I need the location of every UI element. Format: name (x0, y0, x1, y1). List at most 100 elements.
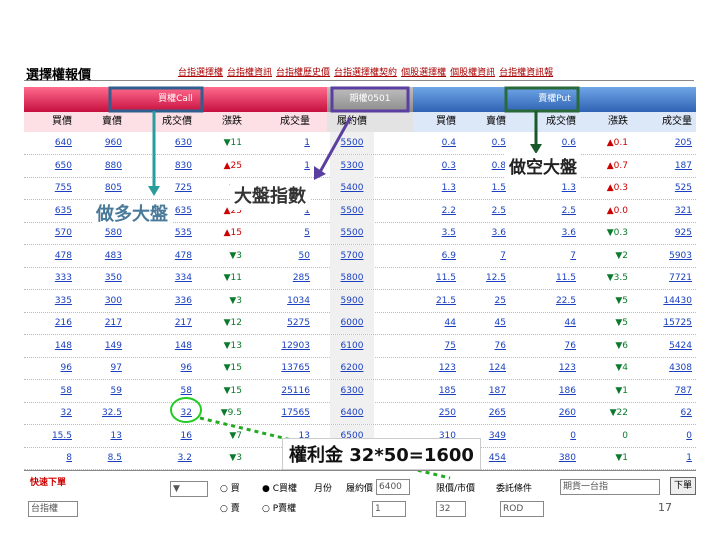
nav-link-1[interactable]: 台指權資訊 (227, 68, 272, 78)
nav-link-4[interactable]: 個股選擇權 (401, 68, 446, 78)
cell-c-vol[interactable]: 17565 (262, 402, 310, 424)
cell-p-vol[interactable]: 14430 (644, 290, 692, 312)
cell-strike[interactable]: 5700 (330, 244, 374, 267)
cell-p-ask[interactable]: 2.5 (472, 200, 506, 222)
cell-p-vol[interactable]: 7721 (644, 267, 692, 289)
cell-c-bid[interactable]: 755 (38, 177, 72, 199)
col-strike[interactable]: 履約價 (330, 112, 374, 132)
cell-p-vol[interactable]: 925 (644, 222, 692, 244)
cell-strike[interactable]: 6300 (330, 379, 374, 402)
nav-link-5[interactable]: 個股權資訊 (450, 68, 495, 78)
cell-c-last[interactable]: 830 (140, 155, 192, 177)
cell-c-vol[interactable]: 1 (262, 132, 310, 154)
cell-c-ask[interactable]: 32.5 (88, 402, 122, 424)
cell-c-last[interactable]: 334 (140, 267, 192, 289)
cell-strike[interactable]: 5800 (330, 267, 374, 289)
cell-p-last[interactable]: 76 (526, 335, 576, 357)
cell-c-last[interactable]: 336 (140, 290, 192, 312)
cell-c-ask[interactable]: 8.5 (88, 447, 122, 469)
cell-p-ask[interactable]: 25 (472, 290, 506, 312)
cell-p-ask[interactable]: 3.6 (472, 222, 506, 244)
cell-c-bid[interactable]: 478 (38, 245, 72, 267)
cell-p-ask[interactable]: 45 (472, 312, 506, 334)
cell-p-last[interactable]: 22.5 (526, 290, 576, 312)
submit-order-button[interactable]: 下單 (670, 477, 696, 495)
call-radio[interactable]: ● C買權 (262, 481, 297, 494)
cell-p-last[interactable]: 380 (526, 447, 576, 469)
cell-p-last[interactable]: 2.5 (526, 200, 576, 222)
cell-c-vol[interactable]: 1 (262, 155, 310, 177)
cell-p-last[interactable]: 186 (526, 380, 576, 402)
cell-strike[interactable]: 6200 (330, 357, 374, 379)
cell-c-ask[interactable]: 350 (88, 267, 122, 289)
cell-strike[interactable]: 6400 (330, 402, 374, 424)
cell-c-last[interactable]: 32 (140, 402, 192, 424)
cell-p-bid[interactable]: 123 (420, 357, 456, 379)
cell-c-bid[interactable]: 335 (38, 290, 72, 312)
cell-c-ask[interactable]: 483 (88, 245, 122, 267)
cell-c-ask[interactable]: 217 (88, 312, 122, 334)
cell-c-bid[interactable]: 635 (38, 200, 72, 222)
cell-c-last[interactable]: 96 (140, 357, 192, 379)
cell-p-last[interactable]: 44 (526, 312, 576, 334)
cell-c-bid[interactable]: 8 (38, 447, 72, 469)
cell-c-last[interactable]: 630 (140, 132, 192, 154)
cell-p-bid[interactable]: 2.2 (420, 200, 456, 222)
cell-c-vol[interactable]: 50 (262, 245, 310, 267)
nav-link-6[interactable]: 台指權資訊報 (499, 68, 553, 78)
cell-p-last[interactable]: 0.6 (526, 132, 576, 154)
price-field[interactable]: 32 (436, 501, 466, 517)
cell-p-vol[interactable]: 62 (644, 402, 692, 424)
cell-c-ask[interactable]: 13 (88, 425, 122, 447)
cell-c-vol[interactable]: 25116 (262, 380, 310, 402)
buy-radio[interactable]: ○ 買 (220, 481, 240, 494)
cell-c-ask[interactable]: 97 (88, 357, 122, 379)
put-radio[interactable]: ○ P賣權 (262, 501, 296, 514)
cell-p-vol[interactable]: 1 (644, 447, 692, 469)
cell-strike[interactable]: 5300 (330, 154, 374, 177)
cell-p-ask[interactable]: 124 (472, 357, 506, 379)
cell-strike[interactable]: 5400 (330, 177, 374, 199)
cell-c-bid[interactable]: 148 (38, 335, 72, 357)
cell-c-last[interactable]: 725 (140, 177, 192, 199)
col-put-volume[interactable]: 成交量 (644, 112, 692, 132)
cell-p-ask[interactable]: 187 (472, 380, 506, 402)
cell-c-vol[interactable]: 5275 (262, 312, 310, 334)
cell-p-last[interactable]: 0 (526, 425, 576, 447)
cell-c-ask[interactable]: 960 (88, 132, 122, 154)
cell-p-ask[interactable]: 0.5 (472, 132, 506, 154)
cell-p-vol[interactable]: 15725 (644, 312, 692, 334)
sell-radio[interactable]: ○ 賣 (220, 501, 240, 514)
cell-strike[interactable]: 5900 (330, 289, 374, 312)
cell-c-vol[interactable]: 1034 (262, 290, 310, 312)
cell-p-last[interactable]: 123 (526, 357, 576, 379)
cell-p-bid[interactable]: 0.4 (420, 132, 456, 154)
cell-p-vol[interactable]: 525 (644, 177, 692, 199)
cell-p-ask[interactable]: 0.8 (472, 155, 506, 177)
cell-c-bid[interactable]: 32 (38, 402, 72, 424)
cell-strike[interactable]: 5500 (330, 132, 374, 154)
cell-p-vol[interactable]: 0 (644, 425, 692, 447)
condition-select[interactable]: ROD (500, 501, 544, 517)
cell-p-bid[interactable]: 3.5 (420, 222, 456, 244)
cell-p-ask[interactable]: 1.5 (472, 177, 506, 199)
cell-c-ask[interactable]: 805 (88, 177, 122, 199)
col-put-ask[interactable]: 賣價 (472, 112, 506, 132)
col-put-bid[interactable]: 買價 (420, 112, 456, 132)
col-call-last[interactable]: 成交價 (140, 112, 192, 132)
cell-c-bid[interactable]: 640 (38, 132, 72, 154)
cell-p-vol[interactable]: 321 (644, 200, 692, 222)
cell-p-bid[interactable]: 0.3 (420, 155, 456, 177)
cell-p-last[interactable]: 7 (526, 245, 576, 267)
qty-field[interactable]: 1 (372, 501, 406, 517)
cell-c-last[interactable]: 148 (140, 335, 192, 357)
cell-p-vol[interactable]: 205 (644, 132, 692, 154)
strike-field[interactable]: 6400 (376, 479, 410, 495)
cell-c-ask[interactable]: 149 (88, 335, 122, 357)
cell-c-ask[interactable]: 300 (88, 290, 122, 312)
cell-c-bid[interactable]: 333 (38, 267, 72, 289)
cell-p-bid[interactable]: 1.3 (420, 177, 456, 199)
cell-strike[interactable]: 6000 (330, 312, 374, 334)
cell-c-vol[interactable]: 12903 (262, 335, 310, 357)
cell-c-last[interactable]: 58 (140, 380, 192, 402)
